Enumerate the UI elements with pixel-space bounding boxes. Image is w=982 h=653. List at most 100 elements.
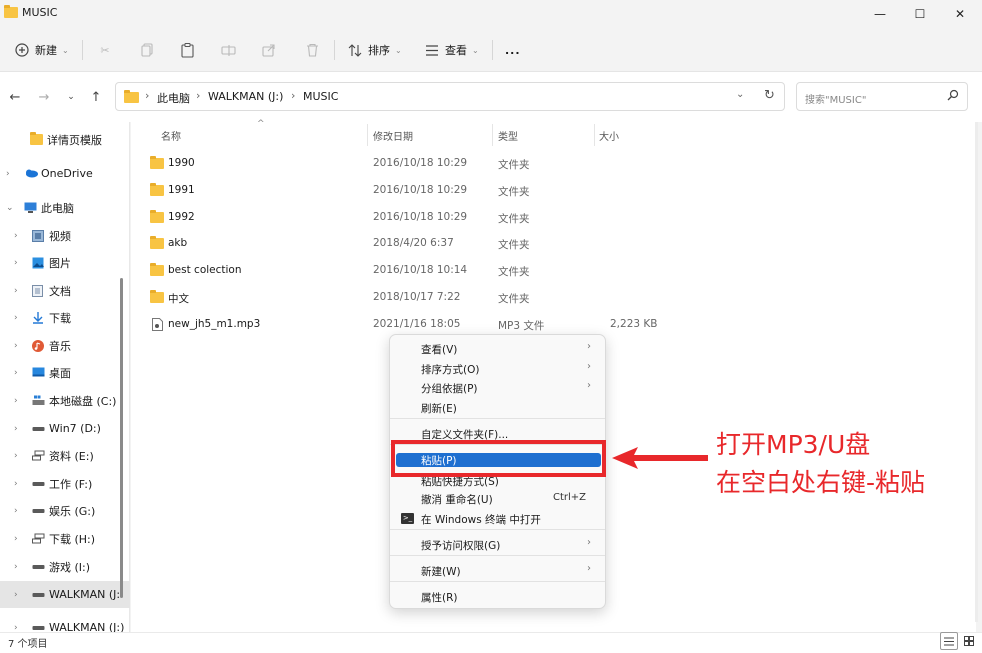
forward-arrow-icon[interactable]: →: [34, 88, 54, 106]
chevron-right-icon[interactable]: ›: [14, 396, 18, 406]
address-history-chevron-icon[interactable]: ⌄: [736, 89, 744, 100]
menu-item[interactable]: 授予访问权限(G) ›: [396, 535, 601, 555]
back-arrow-icon[interactable]: ←: [5, 88, 25, 106]
sidebar-item[interactable]: › 音乐: [0, 332, 130, 359]
sidebar-item[interactable]: › OneDrive: [0, 160, 130, 187]
folder-icon: [150, 182, 164, 196]
sidebar-item[interactable]: › 桌面: [0, 359, 130, 386]
menu-item[interactable]: 撤消 重命名(U) Ctrl+Z: [396, 489, 601, 509]
paste-button[interactable]: [179, 38, 195, 62]
menu-item[interactable]: 分组依据(P) ›: [396, 378, 601, 398]
details-view-icon[interactable]: [940, 632, 958, 650]
menu-item[interactable]: 查看(V) ›: [396, 339, 601, 359]
chevron-right-icon[interactable]: ›: [14, 258, 18, 268]
sidebar-item[interactable]: › 下载 (H:): [0, 525, 130, 552]
menu-item[interactable]: 属性(R): [396, 587, 601, 607]
network-drive-icon: [32, 450, 45, 461]
breadcrumb-this-pc[interactable]: 此电脑: [157, 90, 190, 106]
chevron-right-icon[interactable]: ›: [14, 590, 18, 600]
drive-icon: [32, 622, 45, 632]
file-date: 2016/10/18 10:29: [373, 157, 468, 169]
sidebar-item[interactable]: › WALKMAN (J:): [0, 614, 130, 632]
column-divider[interactable]: [492, 124, 493, 146]
column-header-date[interactable]: 修改日期: [373, 128, 413, 143]
chevron-right-icon[interactable]: ›: [14, 424, 18, 434]
sidebar-item[interactable]: › 本地磁盘 (C:): [0, 387, 130, 414]
sort-button[interactable]: 排序 ⌄: [347, 38, 402, 62]
chevron-right-icon[interactable]: ›: [14, 534, 18, 544]
file-row[interactable]: akb 2018/4/20 6:37 文件夹: [140, 231, 680, 257]
up-arrow-icon[interactable]: ↑: [86, 88, 106, 106]
recent-locations-chevron-icon[interactable]: ⌄: [61, 88, 81, 106]
file-row[interactable]: 1992 2016/10/18 10:29 文件夹: [140, 205, 680, 231]
cut-button[interactable]: ✂: [97, 38, 113, 62]
sidebar-item-label: 图片: [49, 256, 71, 270]
column-divider[interactable]: [594, 124, 595, 146]
sidebar-item[interactable]: › 游戏 (I:): [0, 553, 130, 580]
file-row[interactable]: 1991 2016/10/18 10:29 文件夹: [140, 178, 680, 204]
file-row[interactable]: 中文 2018/10/17 7:22 文件夹: [140, 285, 680, 311]
chevron-right-icon[interactable]: ›: [14, 562, 18, 572]
sidebar-item[interactable]: › Win7 (D:): [0, 415, 130, 442]
large-icons-view-icon[interactable]: [960, 632, 978, 650]
column-divider[interactable]: [367, 124, 368, 146]
chevron-right-icon[interactable]: ›: [14, 231, 18, 241]
search-box[interactable]: 搜索"MUSIC": [796, 82, 968, 111]
column-header-type[interactable]: 类型: [498, 128, 518, 143]
sidebar-item[interactable]: › 文档: [0, 277, 130, 304]
chevron-right-icon: ›: [587, 361, 591, 372]
refresh-icon[interactable]: ↻: [764, 88, 775, 103]
sidebar-item[interactable]: › 工作 (F:): [0, 470, 130, 497]
rename-button[interactable]: [220, 38, 236, 62]
breadcrumb-music[interactable]: MUSIC: [303, 90, 338, 103]
file-list-scrollbar[interactable]: [975, 122, 978, 622]
sidebar-item[interactable]: › WALKMAN (J:: [0, 581, 130, 608]
chevron-right-icon[interactable]: ›: [6, 169, 10, 179]
sidebar-item[interactable]: › 下载: [0, 304, 130, 331]
file-date: 2016/10/18 10:14: [373, 264, 468, 277]
sidebar-item[interactable]: ⌄ 此电脑: [0, 194, 130, 221]
annotation-highlight-box: [391, 440, 606, 477]
chevron-right-icon[interactable]: ›: [14, 313, 18, 323]
chevron-right-icon[interactable]: ›: [14, 451, 18, 461]
column-header-size[interactable]: 大小: [599, 128, 619, 143]
sidebar-item[interactable]: › 资料 (E:): [0, 442, 130, 469]
copy-button[interactable]: [139, 38, 155, 62]
column-header-name[interactable]: 名称: [161, 128, 181, 143]
more-options-button[interactable]: ...: [505, 38, 521, 62]
sidebar-item-label: 文档: [49, 284, 71, 298]
cloud-icon: [24, 168, 38, 179]
maximize-button[interactable]: ☐: [898, 0, 942, 28]
delete-button[interactable]: [304, 38, 320, 62]
chevron-right-icon[interactable]: ›: [14, 286, 18, 296]
address-bar[interactable]: › 此电脑 › WALKMAN (J:) › MUSIC ⌄ ↻: [115, 82, 785, 111]
chevron-right-icon[interactable]: ›: [14, 479, 18, 489]
chevron-right-icon[interactable]: ›: [14, 341, 18, 351]
view-button[interactable]: 查看 ⌄: [424, 38, 479, 62]
navigation-scrollbar[interactable]: [120, 278, 123, 598]
sidebar-item-label: Win7 (D:): [49, 422, 101, 435]
sidebar-item[interactable]: › 娱乐 (G:): [0, 497, 130, 524]
menu-item[interactable]: 刷新(E): [396, 398, 601, 418]
menu-item[interactable]: 排序方式(O) ›: [396, 359, 601, 379]
close-button[interactable]: ✕: [938, 0, 982, 28]
chevron-right-icon[interactable]: ›: [14, 506, 18, 516]
chevron-right-icon: ›: [587, 380, 591, 391]
file-row[interactable]: 1990 2016/10/18 10:29 文件夹: [140, 151, 680, 177]
menu-item[interactable]: >_ 在 Windows 终端 中打开: [396, 509, 601, 529]
chevron-right-icon[interactable]: ›: [14, 368, 18, 378]
chevron-down-icon[interactable]: ⌄: [6, 203, 14, 213]
sidebar-item[interactable]: 详情页模版: [0, 126, 130, 153]
chevron-right-icon[interactable]: ›: [14, 623, 18, 633]
folder-icon: [124, 90, 139, 103]
file-row[interactable]: best colection 2016/10/18 10:14 文件夹: [140, 258, 680, 284]
share-button[interactable]: [261, 38, 277, 62]
breadcrumb-walkman[interactable]: WALKMAN (J:): [208, 90, 283, 103]
sidebar-item[interactable]: › 视频: [0, 222, 130, 249]
file-name: new_jh5_m1.mp3: [168, 317, 261, 330]
minimize-button[interactable]: —: [858, 0, 902, 28]
menu-item[interactable]: 新建(W) ›: [396, 561, 601, 581]
sidebar-item[interactable]: › 图片: [0, 249, 130, 276]
new-button[interactable]: 新建 ⌄: [14, 38, 69, 62]
folder-icon: [30, 132, 43, 145]
